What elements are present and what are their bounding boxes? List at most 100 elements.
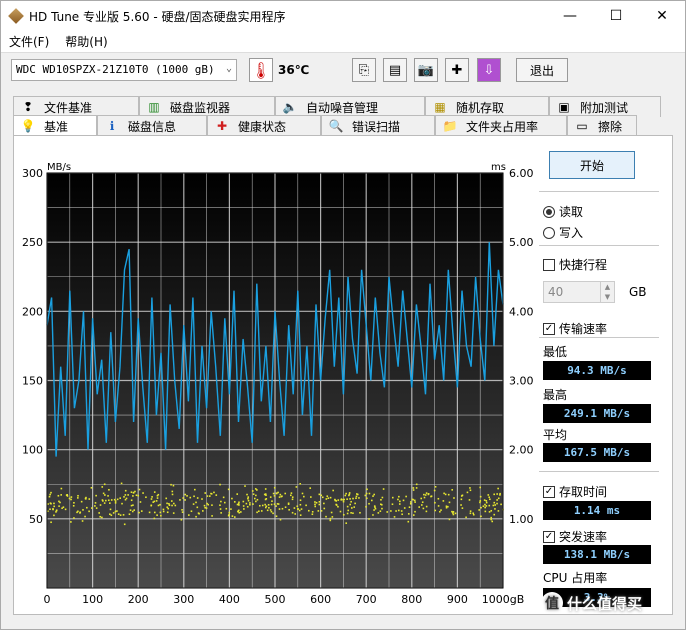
access-time-point [315, 501, 318, 504]
access-time-point [153, 500, 156, 503]
access-time-point [227, 488, 230, 491]
copy-info-icon[interactable]: ⎘ [352, 58, 376, 82]
tab-benchmark[interactable]: 💡 基准 [13, 115, 97, 136]
access-time-point [365, 492, 368, 495]
access-time-point [110, 514, 113, 517]
tabs-row-2: 💡 基准 ℹ 磁盘信息 ✚ 健康状态 🔍 错误扫描 📁 文件夹占用率 ▭ 擦除 [13, 115, 637, 136]
access-time-point [162, 508, 165, 511]
access-time-point [170, 500, 173, 502]
radio-write[interactable] [543, 226, 555, 239]
tab-folder-usage[interactable]: 📁 文件夹占用率 [435, 115, 567, 136]
access-time-point [60, 494, 63, 496]
exit-button[interactable]: 退出 [516, 58, 568, 82]
menu-help[interactable]: 帮助(H) [57, 33, 115, 50]
access-time-point [270, 503, 273, 506]
y-left-tick-label: 100 [22, 444, 43, 457]
access-time-point [373, 493, 375, 496]
access-time-point [275, 492, 278, 495]
watermark-text: 什么值得买 [567, 594, 643, 613]
tab-extra-tests[interactable]: ▣ 附加测试 [549, 96, 661, 117]
access-time-point [451, 489, 454, 491]
health-cross-icon: ✚ [216, 119, 228, 133]
access-time-point [109, 513, 111, 516]
transfer-rate-label: 传输速率 [559, 322, 608, 336]
access-time-point [220, 512, 222, 514]
access-time-point [260, 510, 263, 512]
tab-aam[interactable]: 🔈 自动噪音管理 [275, 96, 425, 117]
access-time-point [195, 515, 197, 518]
access-time-point [484, 503, 486, 506]
write-option[interactable]: 写入 [543, 224, 583, 241]
copy-screen-icon[interactable]: ▤ [383, 58, 407, 82]
access-time-point [479, 486, 482, 489]
drive-select[interactable]: WDC WD10SPZX-21Z10T0 (1000 gB) ⌄ [11, 59, 237, 81]
tab-erase[interactable]: ▭ 擦除 [567, 115, 637, 136]
access-time-point [460, 504, 462, 506]
access-time-point [266, 509, 269, 512]
access-time-option[interactable]: ✓ 存取时间 [543, 483, 607, 500]
access-time-point [77, 510, 79, 513]
access-time-point [479, 501, 481, 504]
access-time-point [130, 491, 133, 493]
stroke-size-stepper[interactable]: 40 ▲ ▼ [543, 281, 615, 303]
camera-icon[interactable]: 📷 [414, 58, 438, 82]
access-time-point [219, 508, 222, 510]
access-time-point [70, 521, 72, 523]
access-time-point [156, 497, 159, 499]
max-label: 最高 [543, 388, 568, 402]
menu-file[interactable]: 文件(F) [1, 33, 57, 50]
transfer-rate-checkbox[interactable]: ✓ [543, 322, 555, 335]
tab-disk-info[interactable]: ℹ 磁盘信息 [97, 115, 207, 136]
speaker-icon: 🔈 [282, 100, 298, 114]
access-time-point [488, 496, 491, 499]
app-window: HD Tune 专业版 5.60 - 硬盘/固态硬盘实用程序 — ☐ ✕ 文件(… [0, 0, 686, 630]
access-time-point [60, 487, 63, 490]
health-icon[interactable]: ✚ [445, 58, 469, 82]
access-time-point [129, 509, 132, 512]
tab-file-benchmark[interactable]: ❢ 文件基准 [13, 96, 139, 117]
access-time-point [160, 514, 162, 517]
access-time-point [133, 509, 136, 511]
close-button[interactable]: ✕ [639, 1, 685, 31]
access-time-point [303, 495, 305, 498]
minimize-button[interactable]: — [547, 1, 593, 31]
access-time-point [275, 505, 277, 507]
transfer-rate-option[interactable]: ✓ 传输速率 [543, 320, 607, 337]
access-time-point [443, 492, 445, 495]
access-time-point [379, 510, 382, 512]
access-time-point [104, 494, 106, 496]
tab-random-access[interactable]: ▦ 随机存取 [425, 96, 549, 117]
access-time-point [472, 512, 475, 515]
x-tick-label: 800 [401, 593, 422, 606]
x-tick-label: 1000gB [482, 593, 525, 606]
access-time-point [415, 487, 418, 489]
short-stroke-option[interactable]: 快捷行程 [543, 256, 607, 273]
access-time-point [298, 509, 301, 512]
access-time-point [374, 507, 377, 510]
read-option[interactable]: 读取 [543, 203, 583, 220]
y-right-tick-label: 5.00 [509, 236, 533, 249]
burst-rate-checkbox[interactable]: ✓ [543, 530, 555, 543]
x-tick-label: 600 [310, 593, 331, 606]
access-time-point [261, 504, 264, 507]
access-time-point [386, 511, 389, 513]
stepper-arrows-icon[interactable]: ▲ ▼ [600, 282, 614, 302]
access-time-point [350, 512, 352, 514]
maximize-button[interactable]: ☐ [593, 1, 639, 31]
access-time-point [296, 505, 299, 508]
access-time-point [249, 502, 251, 504]
access-time-point [345, 492, 347, 495]
tab-error-scan[interactable]: 🔍 错误扫描 [321, 115, 435, 136]
short-stroke-checkbox[interactable] [543, 258, 555, 271]
tab-disk-monitor[interactable]: ▥ 磁盘监视器 [139, 96, 275, 117]
start-button[interactable]: 开始 [549, 151, 635, 179]
access-time-checkbox[interactable]: ✓ [543, 485, 555, 498]
access-time-point [49, 493, 51, 496]
download-icon[interactable]: ⇩ [477, 58, 501, 82]
radio-read[interactable] [543, 205, 555, 218]
access-time-point [281, 507, 284, 510]
access-time-point [135, 494, 138, 497]
tab-health[interactable]: ✚ 健康状态 [207, 115, 321, 136]
burst-rate-option[interactable]: ✓ 突发速率 [543, 528, 607, 545]
x-tick-label: 700 [356, 593, 377, 606]
